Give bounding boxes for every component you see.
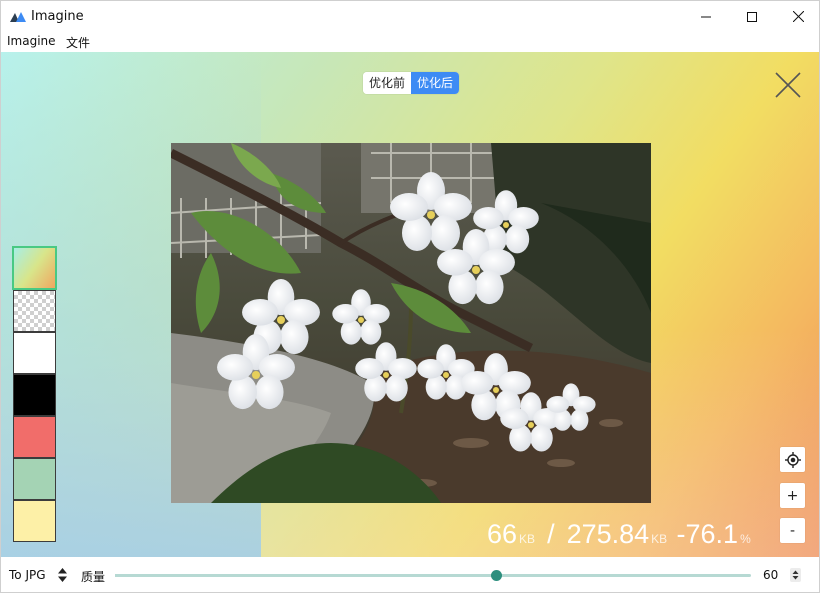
quality-value[interactable]: 60 — [763, 568, 778, 582]
format-select[interactable]: To JPG — [9, 568, 46, 582]
toggle-after[interactable]: 优化后 — [411, 72, 460, 94]
close-icon — [792, 11, 804, 22]
preview-image — [171, 143, 651, 503]
quality-slider-fill — [115, 574, 497, 577]
original-size-unit: KB — [651, 532, 668, 546]
app-window: Imagine Imagine 文件 优化前 优化后 + - 66 KB / 2… — [0, 0, 820, 593]
zoom-out-button[interactable]: - — [780, 518, 805, 543]
menu-item-imagine[interactable]: Imagine — [7, 34, 56, 48]
locate-button[interactable] — [780, 447, 805, 472]
background-swatches — [12, 246, 57, 542]
cherry-blossom-photo — [171, 143, 651, 503]
quality-slider-thumb[interactable] — [491, 570, 503, 581]
quality-label: 质量 — [81, 570, 106, 584]
quality-slider-track[interactable] — [115, 574, 751, 577]
bottom-toolbar: To JPG 质量 60 — [1, 557, 819, 592]
preview-canvas[interactable]: 优化前 优化后 + - 66 KB / 275.84 KB -76.1 % — [1, 52, 819, 557]
toggle-before[interactable]: 优化前 — [363, 72, 412, 94]
close-preview-icon[interactable] — [773, 70, 803, 100]
spinner-arrows-icon[interactable] — [790, 568, 801, 582]
swatch-green[interactable] — [13, 458, 56, 500]
menu-item-file[interactable]: 文件 — [66, 34, 90, 51]
maximize-button[interactable] — [729, 1, 775, 32]
optimized-size: 66 — [487, 519, 518, 549]
optimized-size-unit: KB — [519, 532, 536, 546]
app-logo-icon — [10, 12, 26, 22]
before-after-toggle[interactable]: 优化前 优化后 — [363, 72, 460, 94]
updown-arrows-icon[interactable] — [58, 568, 67, 582]
zoom-in-button[interactable]: + — [780, 483, 805, 508]
swatch-black[interactable] — [13, 374, 56, 416]
original-size: 275.84 — [566, 519, 650, 549]
swatch-red[interactable] — [13, 416, 56, 458]
maximize-icon — [747, 11, 757, 22]
swatch-yellow[interactable] — [13, 500, 56, 542]
quality-spinner[interactable] — [790, 568, 801, 582]
size-separator: / — [547, 519, 555, 549]
swatch-white[interactable] — [13, 332, 56, 374]
window-title: Imagine — [31, 9, 84, 24]
swatch-gradient[interactable] — [12, 246, 57, 290]
size-change: -76.1 — [676, 519, 739, 549]
minimize-button[interactable] — [683, 1, 729, 32]
size-stats: 66 KB/275.84 KB -76.1% — [487, 519, 751, 553]
locate-icon — [784, 451, 801, 468]
minimize-icon — [701, 16, 711, 17]
menu-bar: Imagine 文件 — [1, 32, 819, 52]
size-change-unit: % — [740, 532, 751, 546]
title-bar[interactable]: Imagine — [1, 1, 819, 32]
swatch-transparent[interactable] — [13, 290, 56, 332]
close-window-button[interactable] — [775, 1, 819, 32]
